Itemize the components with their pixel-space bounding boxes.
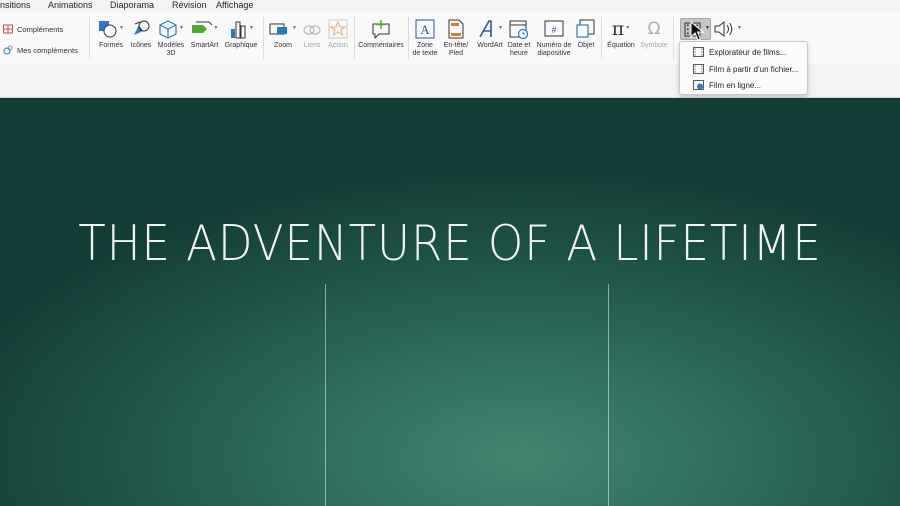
slide-divider-line (608, 284, 609, 506)
speaker-icon (714, 20, 733, 38)
icones-button[interactable]: Icônes (130, 17, 152, 50)
chevron-down-icon: ▼ (705, 25, 710, 31)
zoom-slides-icon (269, 23, 288, 35)
formes-button[interactable]: ▼ Formes (97, 17, 125, 50)
menu-item-film-en-ligne[interactable]: Film en ligne... (680, 77, 807, 93)
online-film-icon (693, 80, 704, 90)
comment-add-icon (372, 20, 390, 39)
mes-complements-button[interactable]: Mes compléments (3, 43, 78, 57)
graphique-button[interactable]: ▼ Graphique (223, 17, 259, 50)
action-label: Action (328, 42, 348, 49)
icones-label: Icônes (130, 42, 152, 49)
liens-button[interactable]: Liens (300, 17, 324, 50)
mouse-cursor-icon (690, 21, 704, 41)
chevron-down-icon: ▼ (498, 25, 503, 31)
tab-transitions[interactable]: nsitions (0, 0, 31, 11)
commentaires-button[interactable]: Commentaires (356, 17, 406, 50)
ribbon-tab-bar: nsitions Animations Diaporama Révision A… (0, 0, 900, 12)
objet-button[interactable]: Objet (574, 17, 598, 50)
menu-item-label: Film en ligne... (709, 80, 762, 90)
symbole-button[interactable]: Ω Symbole (639, 17, 669, 50)
icons-icon (134, 20, 150, 35)
svg-text:#: # (551, 25, 556, 35)
film-icon (693, 47, 704, 57)
commentaires-label: Commentaires (358, 42, 404, 49)
date-heure-label: Date et heure (507, 42, 531, 57)
numero-diapositive-label: Numéro de diapositive (536, 42, 572, 57)
menu-item-film-fichier[interactable]: Film à partir d’un fichier... (680, 61, 807, 77)
chevron-down-icon: ▼ (179, 25, 184, 31)
group-separator (263, 17, 264, 59)
slide-title[interactable]: THE ADVENTURE OF A LIFETIME (36, 215, 864, 272)
wordart-button[interactable]: ▼ WordArt (474, 17, 506, 50)
complements-label: Compléments (17, 24, 64, 34)
omega-icon: Ω (647, 19, 661, 39)
zone-texte-label: Zone de texte (412, 42, 438, 57)
wordart-icon (479, 20, 492, 38)
symbole-label: Symbole (640, 42, 668, 49)
svg-text:A: A (420, 22, 430, 37)
chevron-down-icon: ▼ (292, 25, 297, 31)
group-separator (673, 17, 674, 59)
modeles3d-label: Modèles 3D (157, 42, 185, 57)
shapes-icon (99, 21, 117, 38)
chevron-down-icon: ▼ (625, 25, 631, 31)
chevron-down-icon: ▼ (737, 25, 742, 31)
smartart-label: SmartArt (190, 42, 219, 49)
formes-label: Formes (99, 42, 123, 49)
tab-diaporama[interactable]: Diaporama (110, 0, 154, 11)
tab-affichage[interactable]: Affichage (216, 0, 253, 11)
video-dropdown-menu: Explorateur de films... Film à partir d’… (679, 41, 808, 95)
header-footer-icon (448, 19, 464, 39)
complements-button[interactable]: Compléments (3, 22, 63, 36)
equation-button[interactable]: π ▼ Équation (604, 17, 638, 50)
film-icon (693, 64, 704, 74)
smartart-icon (191, 21, 212, 33)
zoom-button[interactable]: ▼ Zoom (268, 17, 298, 50)
menu-item-label: Explorateur de films... (709, 47, 787, 57)
slide-canvas[interactable]: THE ADVENTURE OF A LIFETIME (0, 98, 900, 506)
object-icon (576, 19, 595, 38)
group-separator (89, 17, 90, 59)
tab-animations[interactable]: Animations (48, 0, 93, 11)
menu-item-label: Film à partir d’un fichier... (709, 64, 799, 74)
action-button[interactable]: Action (325, 17, 351, 50)
chart-icon (231, 21, 246, 39)
addins-icon (3, 45, 13, 55)
wordart-label: WordArt (477, 42, 503, 49)
liens-label: Liens (303, 42, 321, 49)
menu-item-explorateur-films[interactable]: Explorateur de films... (680, 44, 807, 60)
equation-label: Équation (607, 42, 635, 49)
chevron-down-icon: ▼ (249, 25, 254, 31)
calendar-clock-icon (509, 20, 529, 39)
entete-pied-button[interactable]: En-tête/ Pied (442, 17, 470, 57)
pi-icon: π (611, 18, 625, 40)
slide-number-icon: # (544, 20, 564, 37)
mes-complements-label: Mes compléments (17, 45, 78, 55)
action-star-icon (328, 19, 348, 39)
numero-diapositive-button[interactable]: # Numéro de diapositive (534, 17, 574, 57)
slide-divider-line (325, 284, 326, 506)
entete-pied-label: En-tête/ Pied (443, 42, 469, 57)
objet-label: Objet (577, 42, 595, 49)
tab-revision[interactable]: Révision (172, 0, 207, 11)
textbox-icon: A (415, 19, 435, 39)
group-separator (601, 17, 602, 59)
link-icon (303, 25, 321, 35)
smartart-button[interactable]: ▼ SmartArt (188, 17, 221, 50)
modeles3d-button[interactable]: ▼ Modèles 3D (156, 17, 186, 57)
store-icon (3, 24, 13, 34)
group-separator (354, 17, 355, 59)
chevron-down-icon: ▼ (119, 25, 124, 31)
date-heure-button[interactable]: Date et heure (506, 17, 532, 57)
audio-button[interactable]: ▼ (714, 19, 744, 39)
graphique-label: Graphique (224, 42, 258, 49)
chevron-down-icon: ▼ (213, 25, 219, 31)
zoom-label: Zoom (274, 42, 292, 49)
cube-3d-icon (159, 20, 177, 39)
group-separator (408, 17, 409, 59)
zone-texte-button[interactable]: A Zone de texte (411, 17, 439, 57)
